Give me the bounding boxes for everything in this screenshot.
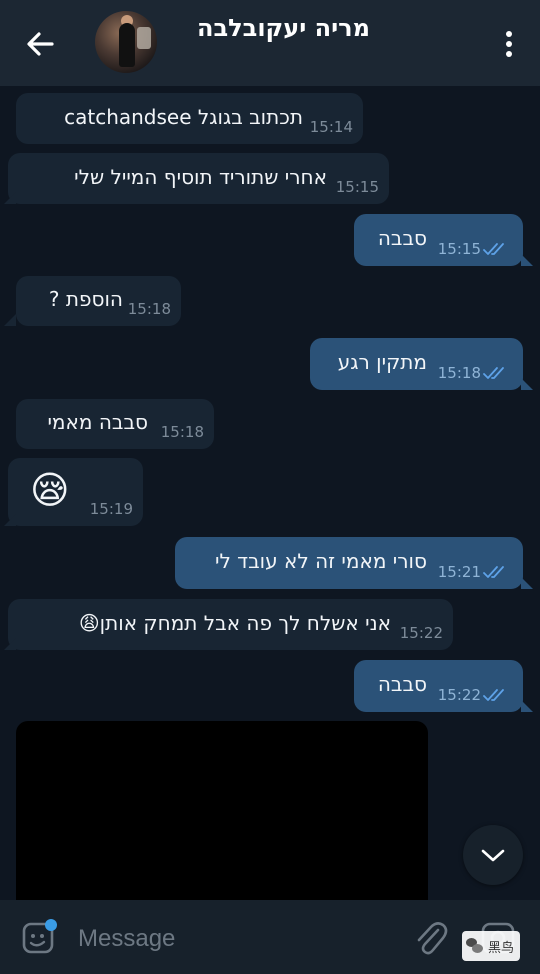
- message-time: 15:22: [399, 624, 443, 642]
- double-check-icon: [483, 243, 504, 255]
- message-outgoing[interactable]: מתקין רגע 15:18: [310, 338, 523, 390]
- message-incoming[interactable]: אני אשלח לך פה אבל תמחק אותן😩 15:22: [8, 599, 453, 650]
- message-time: 15:22: [437, 686, 481, 704]
- media-message[interactable]: [16, 721, 428, 900]
- message-time: 15:15: [335, 178, 379, 196]
- double-check-icon: [483, 689, 504, 701]
- contact-avatar[interactable]: [95, 11, 157, 73]
- message-time: 15:18: [437, 364, 481, 382]
- message-text: הוספת ?: [48, 287, 123, 312]
- message-outgoing[interactable]: סורי מאמי זה לא עובד לי 15:21: [175, 537, 523, 589]
- arrow-left-icon[interactable]: [22, 26, 58, 62]
- sticker-icon[interactable]: [20, 918, 60, 958]
- message-time: 15:21: [437, 563, 481, 581]
- bubble-tail: [521, 378, 533, 390]
- wechat-logo-icon: [466, 938, 484, 954]
- message-text: סבבה: [377, 226, 427, 251]
- message-list[interactable]: תכתוב בגוגל catchandsee 15:14 אחרי שתורי…: [0, 86, 540, 900]
- bubble-tail: [521, 577, 533, 589]
- message-text: מתקין רגע: [337, 350, 427, 375]
- message-time: 15:14: [309, 118, 353, 136]
- paperclip-icon[interactable]: [412, 918, 448, 958]
- bubble-tail: [521, 254, 533, 266]
- watermark-text: 黑鸟: [488, 940, 515, 956]
- message-incoming[interactable]: סבבה מאמי 15:18: [16, 399, 214, 449]
- message-time: 15:19: [89, 500, 133, 518]
- message-text: אני אשלח לך פה אבל תמחק אותן😩: [78, 610, 391, 635]
- bubble-tail: [4, 314, 16, 326]
- message-incoming[interactable]: 😪 15:19: [8, 458, 143, 526]
- watermark-badge: 黑鸟: [462, 931, 521, 961]
- message-text: סבבה מאמי: [47, 410, 148, 435]
- chevron-down-icon: [481, 849, 505, 862]
- more-vertical-icon[interactable]: [504, 30, 514, 60]
- message-outgoing[interactable]: סבבה 15:22: [354, 660, 523, 712]
- double-check-icon: [483, 367, 504, 379]
- message-outgoing[interactable]: סבבה 15:15: [354, 214, 523, 266]
- message-text: תכתוב בגוגל catchandsee: [64, 104, 303, 129]
- message-emoji: 😪: [30, 467, 70, 512]
- message-incoming[interactable]: תכתוב בגוגל catchandsee 15:14: [16, 93, 363, 144]
- message-text: סבבה: [377, 672, 427, 697]
- message-time: 15:18: [160, 423, 204, 441]
- contact-name[interactable]: מריה יעקובלבה: [180, 14, 370, 42]
- message-text: סורי מאמי זה לא עובד לי: [214, 549, 427, 574]
- chat-header: מריה יעקובלבה: [0, 0, 540, 86]
- message-time: 15:18: [127, 300, 171, 318]
- composer-bar: [0, 900, 540, 974]
- message-text: אחרי שתוריד תוסיף המייל שלי: [74, 164, 327, 189]
- message-input[interactable]: [76, 920, 400, 958]
- message-time: 15:15: [437, 240, 481, 258]
- bubble-tail: [521, 700, 533, 712]
- message-incoming[interactable]: אחרי שתוריד תוסיף המייל שלי 15:15: [8, 153, 389, 204]
- scroll-down-button[interactable]: [463, 825, 523, 885]
- message-incoming[interactable]: הוספת ? 15:18: [16, 276, 181, 326]
- double-check-icon: [483, 566, 504, 578]
